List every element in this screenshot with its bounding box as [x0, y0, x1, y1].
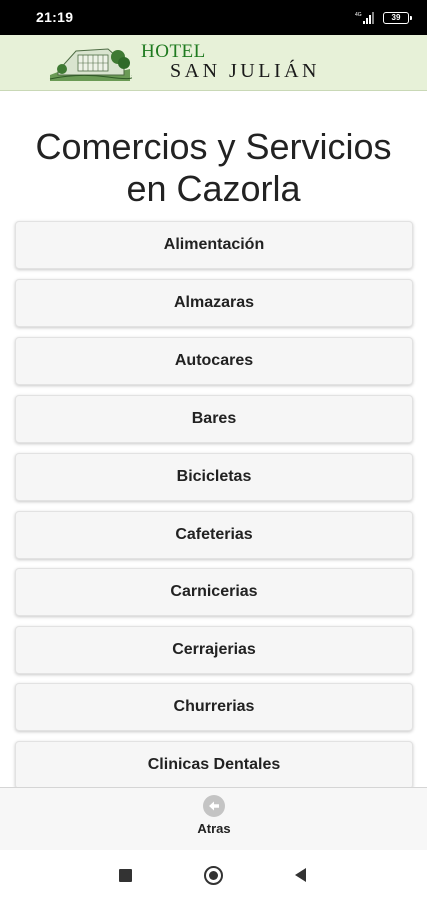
- category-label: Churrerias: [173, 698, 255, 715]
- category-button-clinicas-dentales[interactable]: Clinicas Dentales: [15, 741, 413, 789]
- logo-name-text: SAN JULIÁN: [170, 60, 320, 82]
- status-time: 21:19: [36, 9, 74, 25]
- category-label: Alimentación: [163, 236, 265, 253]
- category-button-autocares[interactable]: Autocares: [15, 337, 413, 385]
- status-bar: 21:19 4G 39: [0, 0, 427, 35]
- page-title-line2: en Cazorla: [126, 168, 301, 209]
- category-label: Autocares: [174, 352, 254, 369]
- category-button-bicicletas[interactable]: Bicicletas: [15, 453, 413, 501]
- page-title-line1: Comercios y Servicios: [35, 126, 392, 167]
- back-arrow-icon: [203, 795, 225, 817]
- hotel-building-icon: [49, 48, 132, 81]
- category-label: Bares: [191, 410, 237, 427]
- battery-icon: 39: [383, 12, 412, 24]
- back-label: Atras: [197, 821, 231, 836]
- category-button-cerrajerias[interactable]: Cerrajerias: [15, 626, 413, 674]
- category-button-cafeterias[interactable]: Cafeterias: [15, 511, 413, 559]
- category-label: Almazaras: [173, 294, 255, 311]
- app-header: HOTEL SAN JULIÁN: [0, 35, 427, 91]
- category-button-alimentacion[interactable]: Alimentación: [15, 221, 413, 269]
- category-button-carnicerias[interactable]: Carnicerias: [15, 568, 413, 616]
- category-label: Bicicletas: [176, 468, 252, 485]
- back-icon[interactable]: [295, 868, 306, 882]
- recent-apps-icon[interactable]: [119, 869, 132, 882]
- back-button[interactable]: Atras: [183, 794, 245, 846]
- bottom-nav: Atras: [0, 787, 427, 850]
- category-label: Clinicas Dentales: [147, 756, 281, 773]
- system-nav: [0, 850, 427, 900]
- category-label: Carnicerias: [170, 583, 258, 600]
- category-button-almazaras[interactable]: Almazaras: [15, 279, 413, 327]
- category-button-churrerias[interactable]: Churrerias: [15, 683, 413, 731]
- signal-icon: 4G: [355, 12, 374, 24]
- home-icon[interactable]: [204, 866, 223, 885]
- category-button-bares[interactable]: Bares: [15, 395, 413, 443]
- category-label: Cerrajerias: [172, 641, 256, 658]
- category-label: Cafeterias: [175, 526, 253, 543]
- status-icons: 4G 39: [355, 10, 412, 26]
- page-title: Comercios y Servicios en Cazorla: [0, 126, 427, 210]
- svg-text:4G: 4G: [355, 12, 362, 18]
